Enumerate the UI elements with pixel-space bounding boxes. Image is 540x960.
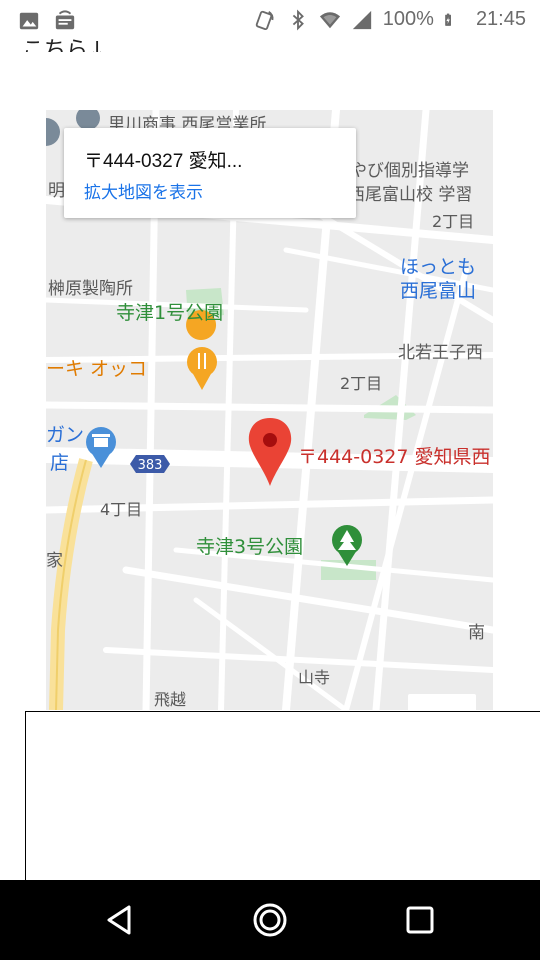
map-label-yamadera: 山寺	[298, 668, 331, 687]
back-icon[interactable]	[102, 902, 138, 938]
bluetooth-icon	[292, 9, 304, 30]
signal-icon	[352, 10, 371, 29]
map-label-park-1: 寺津1号公園	[116, 302, 224, 324]
map-label-hottomo-2: 西尾富山	[400, 280, 477, 302]
wifi-icon	[319, 11, 340, 28]
map-label-kita-wakaoji: 北若王子西	[398, 343, 483, 363]
empty-content-box	[25, 711, 540, 881]
view-larger-map-link[interactable]: 拡大地図を表示	[84, 178, 203, 203]
battery-charging-icon	[445, 13, 451, 26]
map-label-chome4: 4丁目	[100, 500, 143, 519]
map-label-park-3: 寺津3号公園	[196, 536, 304, 558]
navigation-bar	[0, 880, 540, 960]
status-left	[18, 10, 76, 32]
map-info-card: 〒444-0327 愛知... 拡大地図を表示	[64, 128, 356, 218]
recents-icon[interactable]	[402, 902, 438, 938]
map-label-ie: 家	[46, 551, 63, 571]
battery-percentage: 100%	[382, 8, 434, 30]
map-label-hottomo-1: ほっとも	[400, 256, 477, 278]
gallery-icon	[19, 12, 39, 30]
map-label-chome2-top: 2丁目	[432, 212, 475, 231]
nfc-icon	[255, 10, 274, 30]
map-label-marker: 〒444-0327 愛知県西	[298, 446, 491, 468]
map-embed[interactable]: 383 里川商事 西尾営業所 明 やび個別指導学 西尾富山校 学習 2丁目 榊原…	[46, 110, 493, 710]
map-label-cake: ーキ オッコ	[46, 358, 148, 380]
map-label-school-2: 西尾富山校 学習	[348, 185, 473, 205]
map-label-hiketsu: 飛越	[154, 690, 187, 709]
map-label-edge: 明	[48, 181, 65, 201]
page-text: こちら↓	[22, 38, 107, 52]
map-label-school-1: やび個別指導学	[350, 161, 469, 181]
map-label-chome2-mid: 2丁目	[340, 374, 383, 393]
map-label-factory: 榊原製陶所	[48, 279, 133, 299]
status-right: 100% 21:45	[255, 8, 526, 31]
info-card-title: 〒444-0327 愛知...	[84, 151, 243, 172]
wireless-display-icon	[55, 10, 75, 30]
map-label-gan: ガン	[46, 424, 85, 446]
map-label-shop: 店	[50, 452, 70, 474]
clock: 21:45	[475, 8, 526, 30]
home-icon[interactable]	[252, 902, 288, 938]
map-label-minami: 南	[468, 623, 485, 643]
map-control[interactable]	[408, 694, 476, 710]
route-number: 383	[138, 458, 163, 473]
